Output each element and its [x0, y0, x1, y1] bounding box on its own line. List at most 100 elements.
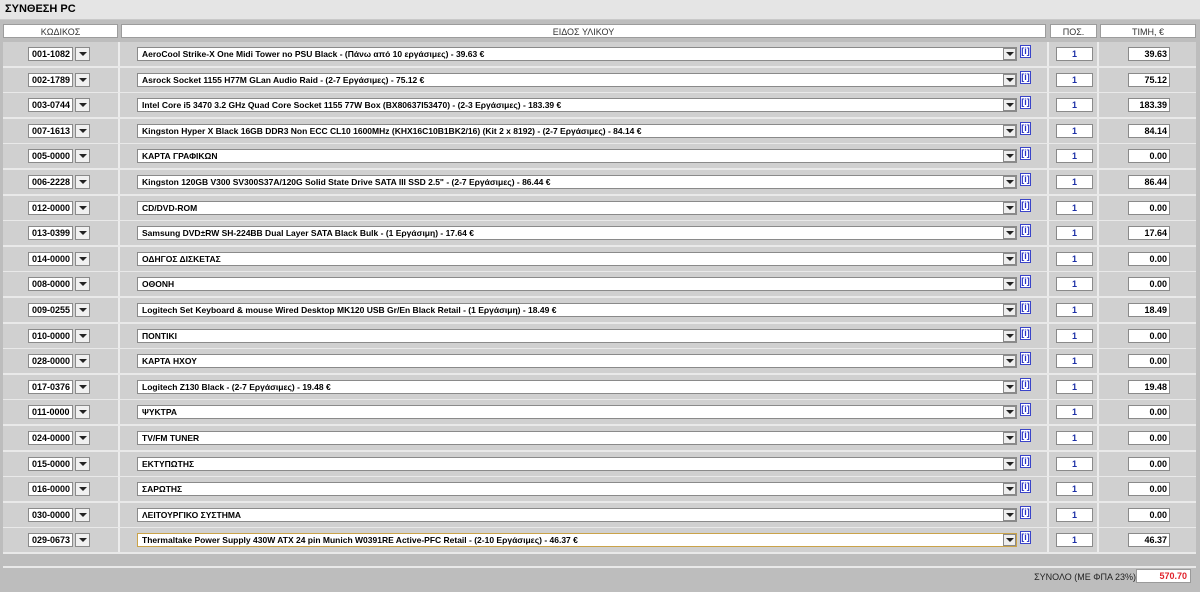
code-dropdown-arrow-icon[interactable]	[75, 175, 90, 189]
info-icon[interactable]: [i]	[1020, 352, 1031, 366]
code-dropdown-arrow-icon[interactable]	[75, 47, 90, 61]
code-select[interactable]: 010-0000	[28, 328, 73, 343]
item-select[interactable]: ΨΥΚΤΡΑ	[137, 405, 1017, 420]
code-dropdown-arrow-icon[interactable]	[75, 507, 90, 522]
code-select[interactable]: 012-0000	[28, 200, 73, 215]
quantity-input[interactable]: 1	[1056, 303, 1093, 317]
item-select[interactable]: ΟΔΗΓΟΣ ΔΙΣΚΕΤΑΣ	[137, 251, 1017, 266]
item-dropdown-arrow-icon[interactable]	[1003, 534, 1016, 547]
info-icon[interactable]: [i]	[1020, 301, 1031, 314]
info-icon[interactable]: [i]	[1020, 198, 1031, 212]
info-icon[interactable]: [i]	[1020, 480, 1031, 494]
quantity-input[interactable]: 1	[1056, 507, 1093, 522]
info-icon[interactable]: [i]	[1020, 326, 1031, 340]
code-select[interactable]: 001-1082	[28, 47, 73, 61]
code-select[interactable]: 013-0399	[28, 226, 73, 241]
item-select[interactable]: Thermaltake Power Supply 430W ATX 24 pin…	[137, 533, 1017, 548]
info-icon[interactable]: [i]	[1020, 454, 1031, 468]
code-dropdown-arrow-icon[interactable]	[75, 149, 90, 164]
item-dropdown-arrow-icon[interactable]	[1003, 227, 1016, 240]
info-icon[interactable]: [i]	[1020, 173, 1031, 186]
code-dropdown-arrow-icon[interactable]	[75, 482, 90, 497]
item-dropdown-arrow-icon[interactable]	[1003, 304, 1016, 316]
code-select[interactable]: 002-1789	[28, 72, 73, 87]
quantity-input[interactable]: 1	[1056, 98, 1093, 113]
item-dropdown-arrow-icon[interactable]	[1003, 457, 1016, 470]
item-select[interactable]: Kingston Hyper X Black 16GB DDR3 Non ECC…	[137, 123, 1017, 138]
code-dropdown-arrow-icon[interactable]	[75, 328, 90, 343]
quantity-input[interactable]: 1	[1056, 277, 1093, 292]
item-dropdown-arrow-icon[interactable]	[1003, 176, 1016, 188]
item-dropdown-arrow-icon[interactable]	[1003, 48, 1016, 60]
quantity-input[interactable]: 1	[1056, 482, 1093, 497]
code-select[interactable]: 006-2228	[28, 175, 73, 189]
code-select[interactable]: 024-0000	[28, 431, 73, 445]
item-dropdown-arrow-icon[interactable]	[1003, 432, 1016, 444]
item-select[interactable]: ΚΑΡΤΑ ΓΡΑΦΙΚΩΝ	[137, 149, 1017, 164]
item-select[interactable]: Logitech Set Keyboard & mouse Wired Desk…	[137, 303, 1017, 317]
quantity-input[interactable]: 1	[1056, 431, 1093, 445]
item-select[interactable]: ΚΑΡΤΑ ΗΧΟΥ	[137, 354, 1017, 369]
code-select[interactable]: 008-0000	[28, 277, 73, 292]
item-select[interactable]: ΠΟΝΤΙΚΙ	[137, 328, 1017, 343]
quantity-input[interactable]: 1	[1056, 149, 1093, 164]
code-dropdown-arrow-icon[interactable]	[75, 123, 90, 138]
item-select[interactable]: Samsung DVD±RW SH-224BB Dual Layer SATA …	[137, 226, 1017, 241]
code-select[interactable]: 016-0000	[28, 482, 73, 497]
info-icon[interactable]: [i]	[1020, 429, 1031, 442]
info-icon[interactable]: [i]	[1020, 147, 1031, 161]
code-dropdown-arrow-icon[interactable]	[75, 303, 90, 317]
item-select[interactable]: TV/FM TUNER	[137, 431, 1017, 445]
item-select[interactable]: AeroCool Strike-X One Midi Tower no PSU …	[137, 47, 1017, 61]
info-icon[interactable]: [i]	[1020, 531, 1031, 545]
item-dropdown-arrow-icon[interactable]	[1003, 124, 1016, 137]
item-select[interactable]: Kingston 120GB V300 SV300S37A/120G Solid…	[137, 175, 1017, 189]
item-dropdown-arrow-icon[interactable]	[1003, 99, 1016, 112]
item-select[interactable]: Intel Core i5 3470 3.2 GHz Quad Core Soc…	[137, 98, 1017, 113]
item-dropdown-arrow-icon[interactable]	[1003, 201, 1016, 214]
code-select[interactable]: 011-0000	[28, 405, 73, 420]
item-dropdown-arrow-icon[interactable]	[1003, 73, 1016, 86]
item-select[interactable]: Asrock Socket 1155 H77M GLan Audio Raid …	[137, 72, 1017, 87]
item-select[interactable]: Logitech Z130 Black - (2-7 Εργάσιμες) - …	[137, 379, 1017, 394]
quantity-input[interactable]: 1	[1056, 123, 1093, 138]
item-select[interactable]: ΣΑΡΩΤΗΣ	[137, 482, 1017, 497]
item-dropdown-arrow-icon[interactable]	[1003, 483, 1016, 496]
info-icon[interactable]: [i]	[1020, 45, 1031, 58]
item-dropdown-arrow-icon[interactable]	[1003, 380, 1016, 393]
quantity-input[interactable]: 1	[1056, 226, 1093, 241]
item-dropdown-arrow-icon[interactable]	[1003, 406, 1016, 419]
code-dropdown-arrow-icon[interactable]	[75, 72, 90, 87]
code-dropdown-arrow-icon[interactable]	[75, 251, 90, 266]
info-icon[interactable]: [i]	[1020, 275, 1031, 289]
quantity-input[interactable]: 1	[1056, 533, 1093, 548]
quantity-input[interactable]: 1	[1056, 47, 1093, 61]
code-select[interactable]: 029-0673	[28, 533, 73, 548]
code-dropdown-arrow-icon[interactable]	[75, 456, 90, 471]
code-select[interactable]: 005-0000	[28, 149, 73, 164]
item-dropdown-arrow-icon[interactable]	[1003, 278, 1016, 291]
quantity-input[interactable]: 1	[1056, 251, 1093, 266]
info-icon[interactable]: [i]	[1020, 224, 1031, 238]
quantity-input[interactable]: 1	[1056, 175, 1093, 189]
item-dropdown-arrow-icon[interactable]	[1003, 252, 1016, 265]
item-dropdown-arrow-icon[interactable]	[1003, 329, 1016, 342]
quantity-input[interactable]: 1	[1056, 354, 1093, 369]
item-select[interactable]: ΕΚΤΥΠΩΤΗΣ	[137, 456, 1017, 471]
code-select[interactable]: 009-0255	[28, 303, 73, 317]
info-icon[interactable]: [i]	[1020, 70, 1031, 84]
code-dropdown-arrow-icon[interactable]	[75, 405, 90, 420]
quantity-input[interactable]: 1	[1056, 379, 1093, 394]
code-dropdown-arrow-icon[interactable]	[75, 379, 90, 394]
quantity-input[interactable]: 1	[1056, 200, 1093, 215]
code-dropdown-arrow-icon[interactable]	[75, 354, 90, 369]
code-dropdown-arrow-icon[interactable]	[75, 277, 90, 292]
info-icon[interactable]: [i]	[1020, 96, 1031, 110]
item-select[interactable]: ΛΕΙΤΟΥΡΓΙΚΟ ΣΥΣΤΗΜΑ	[137, 507, 1017, 522]
info-icon[interactable]: [i]	[1020, 121, 1031, 135]
item-dropdown-arrow-icon[interactable]	[1003, 150, 1016, 163]
code-dropdown-arrow-icon[interactable]	[75, 98, 90, 113]
quantity-input[interactable]: 1	[1056, 405, 1093, 420]
code-dropdown-arrow-icon[interactable]	[75, 533, 90, 548]
code-select[interactable]: 007-1613	[28, 123, 73, 138]
